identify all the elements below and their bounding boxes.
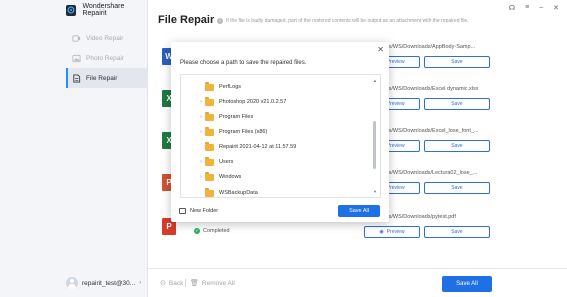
preview-button[interactable]: ◉Preview <box>364 226 420 238</box>
eye-icon: ◉ <box>379 229 384 235</box>
check-icon: ✓ <box>194 228 200 234</box>
status-completed: ✓ Completed <box>194 228 230 234</box>
scroll-up-icon[interactable]: ▲ <box>373 78 377 83</box>
trash-icon: 🗑 <box>190 280 199 287</box>
folder-item[interactable]: › Users <box>197 157 233 167</box>
divider <box>185 279 186 287</box>
folder-icon <box>205 157 214 166</box>
avatar <box>66 277 78 289</box>
hint-text: If the file is badly damaged, part of th… <box>226 18 469 24</box>
page-title: File Repair <box>158 14 215 26</box>
save-button[interactable]: Save <box>424 226 490 238</box>
save-button[interactable]: Save <box>424 140 490 152</box>
sidebar-item-label: Photo Repair <box>86 54 124 62</box>
save-all-button[interactable]: Save All <box>442 276 492 292</box>
file-icon <box>73 73 81 83</box>
close-icon[interactable]: ✕ <box>377 45 384 54</box>
folder-icon <box>205 82 214 91</box>
save-button[interactable]: Save <box>424 98 490 110</box>
scrollbar-thumb[interactable] <box>373 121 376 169</box>
folder-item[interactable]: › Program Files <box>197 112 253 122</box>
app-title: Wondershare Repairit <box>82 3 125 17</box>
dialog-title: Please choose a path to save the repaire… <box>180 60 307 66</box>
folder-item[interactable]: › Photoshop 2020 v21.0.2.57 <box>197 97 286 107</box>
minimize-icon[interactable]: – <box>539 4 543 12</box>
back-arrow-icon: ⊙ <box>160 280 166 287</box>
username: repairit_test@30... <box>82 279 136 287</box>
back-button[interactable]: ⊙ Back <box>160 279 183 288</box>
chevron-right-icon[interactable]: › <box>197 174 205 180</box>
menu-icon[interactable]: ≡ <box>525 4 529 12</box>
save-button[interactable]: Save <box>424 182 490 194</box>
bottom-bar: ⊙ Back 🗑 Remove All Save All <box>148 268 567 297</box>
dialog-save-all-button[interactable]: Save All <box>338 205 380 217</box>
sidebar-item-label: Video Repair <box>86 34 124 42</box>
headset-icon[interactable]: ☊ <box>509 4 515 12</box>
chevron-right-icon[interactable]: › <box>197 159 205 165</box>
folder-icon <box>205 127 214 136</box>
user-account[interactable]: repairit_test@30... › <box>66 277 141 289</box>
remove-all-button[interactable]: 🗑 Remove All <box>190 279 235 288</box>
save-button[interactable]: Save <box>424 56 490 68</box>
sidebar-item-video-repair[interactable]: Video Repair <box>66 28 148 48</box>
folder-icon <box>205 97 214 106</box>
chevron-right-icon[interactable]: › <box>197 114 205 120</box>
sidebar-item-file-repair[interactable]: File Repair <box>66 68 148 88</box>
app-header: Wondershare Repairit <box>66 3 147 17</box>
folder-item[interactable]: PerfLogs <box>197 82 241 92</box>
chevron-right-icon: › <box>139 280 142 286</box>
sidebar-item-label: File Repair <box>86 74 118 82</box>
folder-icon <box>205 112 214 121</box>
chevron-right-icon[interactable]: › <box>197 129 205 135</box>
close-icon[interactable]: ✕ <box>553 4 559 12</box>
video-icon <box>72 34 81 42</box>
info-icon: i <box>217 18 223 24</box>
sidebar-item-photo-repair[interactable]: Photo Repair <box>66 48 148 68</box>
new-folder-button[interactable]: New Folder <box>179 208 218 214</box>
folder-icon <box>205 172 214 181</box>
repair-hint: i If the file is badly damaged, part of … <box>217 18 469 24</box>
folder-item[interactable]: › Windows <box>197 172 241 182</box>
photo-icon <box>72 54 81 62</box>
chevron-right-icon[interactable]: › <box>197 99 205 105</box>
sidebar: Wondershare Repairit Video Repair Photo … <box>0 0 148 297</box>
folder-item[interactable]: WSBackupData <box>197 188 258 197</box>
folder-icon <box>205 188 214 197</box>
new-folder-icon <box>179 208 186 214</box>
folder-tree[interactable]: PerfLogs › Photoshop 2020 v21.0.2.57 › P… <box>180 74 381 198</box>
save-path-dialog: ✕ Please choose a path to save the repai… <box>171 42 389 222</box>
folder-icon <box>205 142 214 151</box>
repairit-logo-icon <box>66 4 77 16</box>
folder-item[interactable]: › Program Files (x86) <box>197 127 267 137</box>
folder-item[interactable]: Repairit 2021-04-12 at 11.57.59 <box>197 142 296 152</box>
scroll-down-icon[interactable]: ▼ <box>373 189 377 194</box>
window-controls: ☊ ≡ – ✕ <box>509 4 559 12</box>
